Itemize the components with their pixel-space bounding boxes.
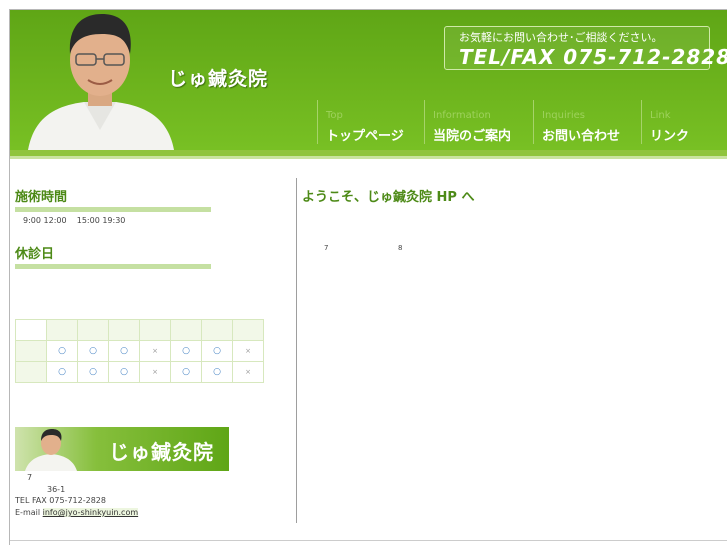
schedule-cell: ○	[77, 340, 109, 362]
nav-item-label: お問い合わせ	[542, 129, 621, 144]
doctor-portrait	[24, 10, 176, 150]
main-title: ようこそ、じゅ鍼灸院 HP へ	[302, 190, 475, 205]
nav-item-en-label: Inquiries	[542, 110, 586, 121]
email-label: E-mail	[15, 508, 41, 517]
schedule-cell	[139, 319, 171, 341]
site-title: じゅ鍼灸院	[168, 68, 269, 90]
schedule-cell	[108, 319, 140, 341]
contact-tel: TEL/FAX 075-712-2828	[459, 45, 727, 69]
hours-text: 9:00 12:00 15:00 19:30	[23, 216, 125, 225]
closed-heading: 休診日	[15, 247, 55, 262]
schedule-cell	[15, 319, 47, 341]
schedule-cell	[201, 319, 233, 341]
schedule-cell: ×	[232, 361, 264, 383]
address-line2: 36-1	[47, 485, 66, 494]
nav-item-label: 当院のご案内	[433, 129, 512, 144]
nav-item-en-label: Information	[433, 110, 491, 121]
schedule-cell: ○	[170, 340, 202, 362]
header: じゅ鍼灸院 お気軽にお問い合わせ･ご相談ください。 TEL/FAX 075-71…	[10, 10, 727, 150]
nav-item-information[interactable]: Information 当院のご案内	[424, 100, 533, 144]
schedule-cell	[46, 319, 78, 341]
schedule-cell: ○	[201, 340, 233, 362]
schedule-cell: ×	[139, 361, 171, 383]
schedule-cell: ○	[108, 361, 140, 383]
closed-heading-bar	[15, 264, 211, 269]
banner-portrait	[25, 429, 77, 471]
schedule-row: ○ ○ ○ × ○ ○ ×	[15, 361, 264, 383]
nav-item-link[interactable]: Link リンク	[641, 100, 712, 144]
hours-heading-bar	[15, 207, 211, 212]
nav-item-inquiries[interactable]: Inquiries お問い合わせ	[533, 100, 641, 144]
hours-heading: 施術時間	[15, 190, 68, 205]
main-number-b: 8	[398, 244, 403, 252]
schedule-cell	[15, 340, 47, 362]
footer-divider	[10, 540, 727, 541]
header-stripe-light	[10, 156, 727, 159]
schedule-cell	[232, 319, 264, 341]
contact-box: お気軽にお問い合わせ･ご相談ください。 TEL/FAX 075-712-2828	[444, 26, 727, 70]
nav-item-en-label: Top	[326, 110, 343, 121]
clinic-banner[interactable]: じゅ鍼灸院	[15, 427, 229, 471]
schedule-cell: ○	[170, 361, 202, 383]
schedule-cell: ○	[201, 361, 233, 383]
hours-morning: 9:00 12:00	[23, 216, 67, 225]
schedule-cell: ○	[46, 340, 78, 362]
contact-note: お気軽にお問い合わせ･ご相談ください。	[459, 31, 663, 44]
address-line1: 7	[27, 473, 33, 482]
schedule-cell	[170, 319, 202, 341]
schedule-row: ○ ○ ○ × ○ ○ ×	[15, 340, 264, 362]
main-number-a: 7	[324, 244, 329, 252]
nav-item-label: リンク	[650, 129, 690, 144]
schedule-cell	[15, 361, 47, 383]
schedule-table: ○ ○ ○ × ○ ○ × ○ ○ ○ × ○ ○ ×	[15, 319, 264, 383]
column-divider	[296, 178, 297, 523]
nav-item-top[interactable]: Top トップページ	[317, 100, 424, 144]
schedule-cell: ×	[139, 340, 171, 362]
schedule-cell	[77, 319, 109, 341]
schedule-cell: ×	[232, 340, 264, 362]
schedule-header-row	[15, 319, 264, 341]
page-frame: じゅ鍼灸院 お気軽にお問い合わせ･ご相談ください。 TEL/FAX 075-71…	[9, 9, 727, 545]
schedule-cell: ○	[77, 361, 109, 383]
address-tel: TEL FAX 075-712-2828	[15, 496, 106, 505]
banner-title: じゅ鍼灸院	[109, 440, 214, 464]
schedule-cell: ○	[46, 361, 78, 383]
email-link[interactable]: info@jyo-shinkyuin.com	[42, 508, 139, 517]
address-email-row: E-mail info@jyo-shinkyuin.com	[15, 508, 139, 517]
schedule-cell: ○	[108, 340, 140, 362]
hours-afternoon: 15:00 19:30	[76, 216, 126, 225]
nav-item-label: トップページ	[326, 129, 404, 144]
nav-item-en-label: Link	[650, 110, 671, 121]
